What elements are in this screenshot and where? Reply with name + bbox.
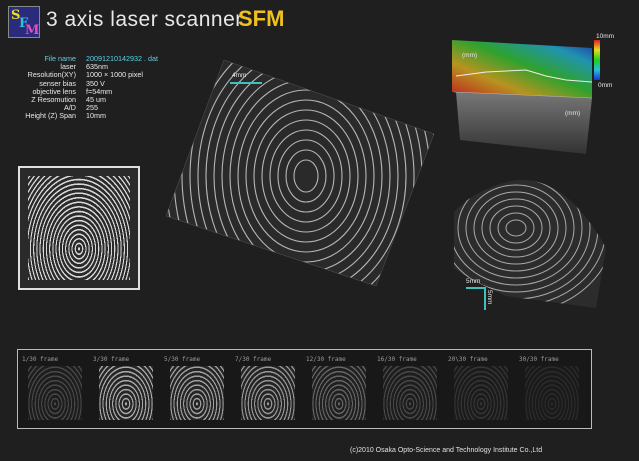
frame-label: 30/30 frame [519, 356, 559, 363]
brand-name: SFM [238, 6, 285, 31]
colorbar-min-label: 0mm [598, 82, 613, 89]
side-scale-h-bar [466, 287, 486, 289]
frame-item: 1/30 frame [22, 356, 88, 422]
frame-label: 16/30 frame [377, 356, 417, 363]
side-scale-h-label: 5mm [466, 278, 481, 285]
frame-image [170, 366, 224, 420]
frame-image [241, 366, 295, 420]
main-3d-fingerprint-svg [165, 59, 435, 287]
info-row: Height (Z) Span 10mm [6, 112, 176, 120]
frame-item: 30/30 frame [519, 356, 585, 422]
side-scale-v-label: 5mm [486, 290, 493, 305]
frame-label: 5/30 frame [164, 356, 201, 363]
main-scale-bar [230, 82, 262, 84]
fingerprint-thumbnail [18, 166, 140, 290]
main-3d-fingerprint-view [165, 56, 435, 287]
copyright-text: (c)2010 Osaka Opto-Science and Technolog… [350, 447, 543, 454]
frame-item: 3/30 frame [93, 356, 159, 422]
frame-item: 7/30 frame [235, 356, 301, 422]
logo-letter-m: M [25, 23, 40, 38]
colorbar-max-label: 10mm [596, 33, 615, 40]
topo-x-unit: (mm) [565, 110, 581, 117]
frame-label: 3/30 frame [93, 356, 130, 363]
frame-image [28, 366, 82, 420]
frame-image [525, 366, 579, 420]
frame-image [312, 366, 366, 420]
main-scale-label: 4mm [232, 72, 247, 79]
frame-label: 20\30 frame [448, 356, 488, 363]
frame-image [454, 366, 508, 420]
info-key: Height (Z) Span [25, 111, 76, 121]
frame-item: 20\30 frame [448, 356, 514, 422]
app-title: 3 axis laser scanner [46, 8, 243, 31]
frame-strip: 1/30 frame 3/30 frame 5/30 frame 7/30 fr… [17, 349, 592, 429]
height-colorbar [594, 40, 600, 80]
scan-info-table: File name 20091210142932 . dat laser 635nm… [6, 54, 176, 121]
frame-item: 12/30 frame [306, 356, 372, 422]
frame-label: 7/30 frame [235, 356, 272, 363]
frame-label: 1/30 frame [22, 356, 59, 363]
frame-label: 12/30 frame [306, 356, 346, 363]
fingerprint-image [28, 176, 130, 280]
frame-image [99, 366, 153, 420]
info-value: 10mm [86, 111, 106, 121]
sfm-logo: S F M [8, 6, 40, 38]
frame-item: 5/30 frame [164, 356, 230, 422]
side-3d-svg [454, 179, 606, 308]
side-3d-fingerprint-view [446, 178, 608, 310]
frame-item: 16/30 frame [377, 356, 443, 422]
topo-y-unit: (mm) [462, 52, 478, 59]
frame-image [383, 366, 437, 420]
